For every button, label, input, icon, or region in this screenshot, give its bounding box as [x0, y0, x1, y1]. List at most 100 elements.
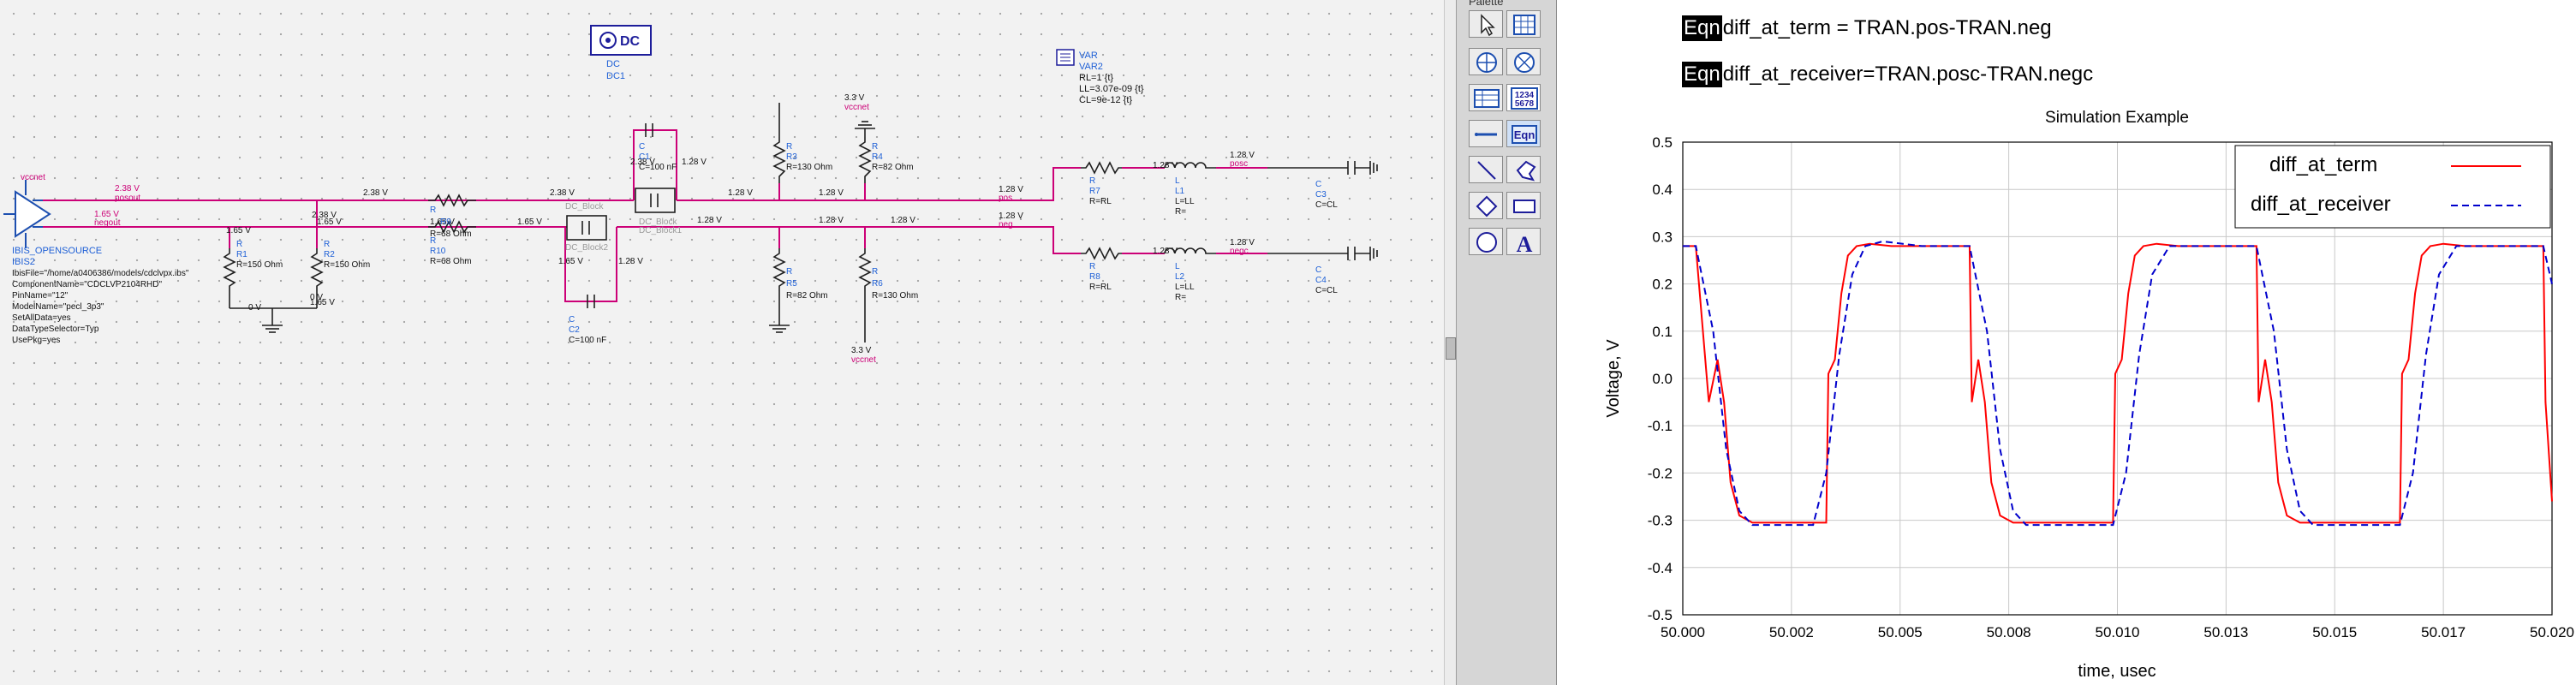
compass-tool-button[interactable]: [1506, 48, 1541, 75]
text-tool-glyph: A: [1517, 232, 1533, 256]
r3-resistor[interactable]: [772, 137, 786, 183]
var-cl-label: CL=9e-12 {t}: [1079, 95, 1132, 105]
target-tool-button[interactable]: [1469, 48, 1503, 75]
line-icon: [1477, 161, 1496, 180]
c3-type: C: [1315, 180, 1321, 189]
schematic-scroll-thumb[interactable]: [1446, 337, 1456, 360]
vccnet-bottom-label: vccnet: [851, 355, 876, 365]
compass-icon: [1514, 52, 1535, 73]
r8-type: R: [1089, 262, 1095, 271]
number-list-icon: 1234 5678: [1511, 87, 1538, 110]
wire-tool-button[interactable]: [1469, 120, 1503, 147]
dc-block-1[interactable]: [635, 188, 676, 213]
r5-value: R=82 Ohm: [786, 291, 828, 301]
r8-resistor[interactable]: [1081, 247, 1122, 260]
pos-net-label: pos: [999, 194, 1012, 203]
l1-name: L1: [1175, 187, 1185, 196]
dc-block-2[interactable]: [566, 215, 607, 241]
v33-bottom-label: 3.3 V: [851, 346, 872, 355]
posout-volt-label: 2.38 V: [115, 184, 140, 194]
list-table-icon: [1474, 89, 1500, 108]
line-tool-button[interactable]: [1469, 156, 1503, 183]
volt-label-k: 1.28 V: [682, 158, 707, 167]
grid-tool-button[interactable]: [1506, 10, 1541, 38]
dc-block2-name: DC_Block2: [565, 243, 608, 253]
ibis-file-label: IbisFile="/home/a0406386/models/cdclvpx.…: [12, 269, 189, 278]
diamond-icon: [1476, 195, 1498, 217]
c1-name: C1: [639, 152, 650, 162]
circle-tool-button[interactable]: [1469, 228, 1503, 255]
equation-2-text: diff_at_receiver=TRAN.posc-TRAN.negc: [1722, 63, 2094, 86]
volt-label-l: 1.28 V: [728, 188, 753, 198]
pointer-tool-button[interactable]: [1469, 10, 1503, 38]
ground-symbol-1: [262, 325, 283, 333]
c1-type: C: [639, 142, 645, 152]
target-icon: [1476, 52, 1497, 73]
equation-2[interactable]: Eqn diff_at_receiver=TRAN.posc-TRAN.negc: [1682, 62, 2093, 87]
r3-value: R=130 Ohm: [786, 163, 832, 172]
r1-name: R1: [236, 250, 247, 259]
r6-value: R=130 Ohm: [872, 291, 918, 301]
var-name-label: VAR2: [1079, 62, 1103, 72]
rectangle-tool-button[interactable]: [1506, 192, 1541, 219]
text-tool-button[interactable]: A: [1506, 228, 1541, 256]
list-table-tool-button[interactable]: [1469, 84, 1503, 111]
var-block[interactable]: VAR VAR2 RL=1 {t} LL=3.07e-09 {t} CL=9e-…: [1056, 49, 1144, 105]
r9-type: R: [430, 206, 436, 215]
r6-resistor[interactable]: [858, 248, 872, 291]
ibis-buffer[interactable]: vccnet: [3, 173, 51, 248]
ibis-dts-label: DataTypeSelector=Typ: [12, 325, 99, 334]
text-icon: A: [1517, 232, 1533, 256]
eqn-tool-button[interactable]: Eqn: [1506, 120, 1541, 147]
diamond-tool-button[interactable]: [1469, 192, 1503, 219]
volt-label-p: 1.28 V: [618, 257, 643, 266]
schematic-drawing: DC DC DC1 VAR VAR2 RL=1 {t} LL=3.07e-09 …: [3, 25, 1378, 365]
r5-resistor[interactable]: [772, 248, 786, 291]
c4-value: C=CL: [1315, 286, 1338, 295]
posout-net-label: posout: [115, 194, 140, 203]
equation-1[interactable]: Eqn diff_at_term = TRAN.pos-TRAN.neg: [1682, 15, 2052, 41]
eqn-icon: Eqn: [1512, 125, 1537, 144]
dc-name-label: DC1: [606, 71, 625, 81]
data-display-panel: [1557, 0, 2576, 685]
var-ll-label: LL=3.07e-09 {t}: [1079, 84, 1144, 94]
r4-value: R=82 Ohm: [872, 163, 914, 172]
posc-net-label: posc: [1230, 159, 1248, 169]
r3-name: R3: [786, 152, 797, 162]
r7-name: R7: [1089, 187, 1100, 196]
schematic-canvas[interactable]: DC DC DC1 VAR VAR2 RL=1 {t} LL=3.07e-09 …: [0, 0, 1456, 685]
var-badge-label: VAR: [1079, 51, 1098, 61]
l1-res: R=: [1175, 207, 1186, 217]
number-list-tool-button[interactable]: 1234 5678: [1506, 84, 1541, 111]
ibis-pkg-label: UsePkg=yes: [12, 336, 60, 345]
dc-sim-block[interactable]: DC DC DC1: [590, 25, 652, 81]
component-palette: Palette 1234 5678 Eqn A: [1456, 0, 1558, 685]
r1-resistor[interactable]: [223, 248, 236, 291]
pointer-icon: [1481, 14, 1495, 37]
r2-resistor[interactable]: [310, 248, 324, 291]
r8-name: R8: [1089, 272, 1100, 282]
r7-resistor[interactable]: [1081, 161, 1122, 175]
polygon-tool-button[interactable]: [1506, 156, 1541, 183]
polygon-icon: [1516, 160, 1536, 182]
c4-type: C: [1315, 265, 1321, 275]
l2-value: L=LL: [1175, 283, 1195, 292]
c1-value: C=100 nF: [639, 163, 677, 172]
rectangle-icon: [1513, 200, 1535, 213]
r6-name: R6: [872, 279, 883, 289]
r4-resistor[interactable]: [858, 137, 872, 183]
ibis-model-label: ModelName="pecl_3p3": [12, 302, 104, 312]
equation-1-tag: Eqn: [1682, 15, 1722, 41]
volt-label-c: 2.38 V: [550, 188, 575, 198]
c3-capacitor[interactable]: [1267, 161, 1378, 175]
r7-type: R: [1089, 176, 1095, 186]
dc-badge-label: DC: [620, 34, 641, 49]
c4-capacitor[interactable]: [1267, 247, 1378, 260]
r6-type: R: [872, 267, 878, 277]
r2-value: R=150 Ohm: [324, 260, 370, 270]
r10-value: R=68 Ohm: [430, 257, 472, 266]
circle-icon: [1476, 232, 1497, 253]
volt-label-h: 1.65 V: [558, 257, 583, 266]
c2-name: C2: [569, 325, 580, 335]
grid-icon: [1513, 15, 1535, 35]
